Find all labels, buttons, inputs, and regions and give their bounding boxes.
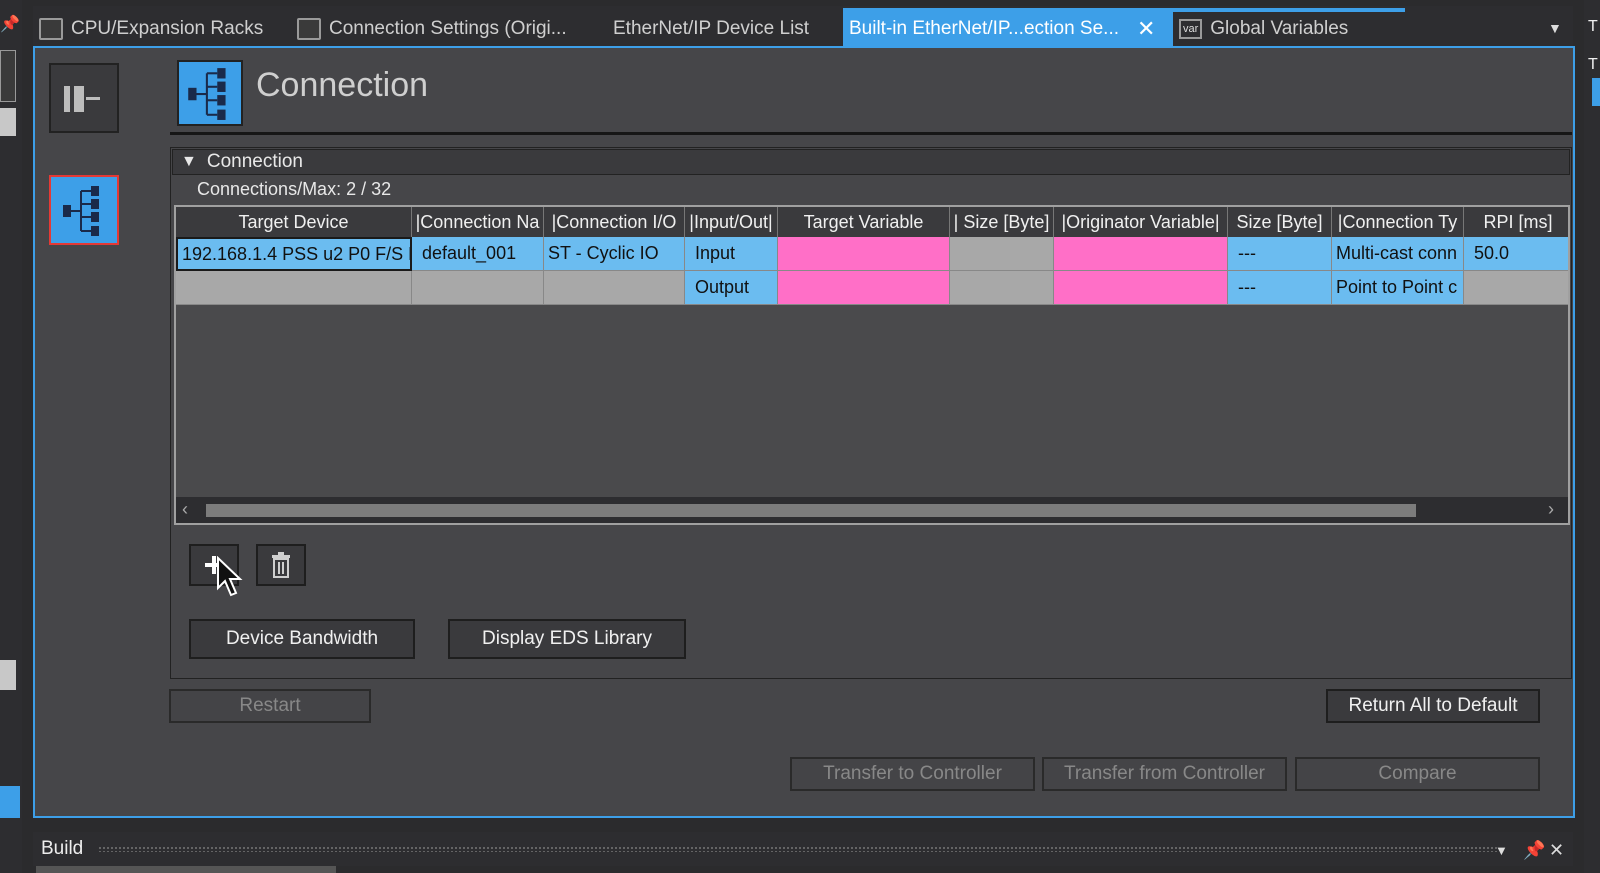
right-dock-letter: T: [1588, 56, 1598, 73]
delete-connection-button[interactable]: [256, 544, 306, 586]
connection-header-icon: [177, 60, 243, 126]
cell-size-byte[interactable]: [950, 237, 1054, 271]
transfer-to-controller-button[interactable]: Transfer to Controller: [790, 757, 1035, 791]
sidebar-tag-data-link-button[interactable]: [49, 63, 119, 133]
right-dock-active-item[interactable]: [1592, 78, 1600, 106]
left-dock-active-item[interactable]: [0, 786, 20, 818]
cell-connection-io[interactable]: ST - Cyclic IO: [544, 237, 685, 271]
document-tab-bar: CPU/Expansion Racks Connection Settings …: [33, 6, 1573, 46]
close-icon[interactable]: ✕: [1137, 16, 1155, 42]
cell-input-output[interactable]: Output: [685, 271, 778, 305]
sidebar-connection-button[interactable]: [49, 175, 119, 245]
build-panel-title: Build: [41, 838, 84, 859]
panel-grip[interactable]: [98, 846, 1498, 852]
cell-connection-io[interactable]: [544, 271, 685, 305]
collapse-triangle-icon[interactable]: ▼: [181, 153, 197, 171]
cell-target-variable[interactable]: [778, 271, 950, 305]
display-eds-library-button[interactable]: Display EDS Library: [448, 619, 686, 659]
trash-icon: [272, 552, 290, 578]
return-all-to-default-button[interactable]: Return All to Default: [1326, 689, 1540, 723]
left-dock-item[interactable]: [0, 108, 16, 136]
cell-connection-type[interactable]: Multi-cast conn: [1332, 237, 1464, 271]
cell-rpi[interactable]: [1464, 271, 1568, 305]
cell-rpi[interactable]: 50.0: [1464, 237, 1568, 271]
tab-label: EtherNet/IP Device List: [613, 18, 810, 39]
cell-connection-name[interactable]: [412, 271, 544, 305]
section-title: Connection: [206, 151, 303, 172]
variable-icon: var: [1179, 19, 1203, 39]
tab-label: CPU/Expansion Racks: [71, 18, 264, 39]
connection-table: Target Device |Connection Na |Connection…: [174, 205, 1570, 525]
connection-count: Connections/Max: 2 / 32: [197, 179, 392, 199]
cell-target-variable[interactable]: [778, 237, 950, 271]
column-header-target-device[interactable]: Target Device: [176, 207, 412, 237]
column-header-input-output[interactable]: |Input/Out|: [685, 207, 778, 237]
right-dock-letter: T: [1588, 18, 1598, 35]
build-panel-tabs: [36, 866, 336, 873]
column-header-originator-variable[interactable]: |Originator Variable|: [1054, 207, 1228, 237]
cell-size-byte[interactable]: ---: [1228, 237, 1332, 271]
tag-data-link-icon: [64, 86, 100, 112]
build-panel-header: Build ▼ 📌 ✕: [33, 832, 1573, 866]
tab-builtin-ethernetip-connection-settings[interactable]: Built-in EtherNet/IP...ection Se... ✕: [843, 8, 1173, 46]
mouse-cursor-icon: [217, 556, 243, 597]
cell-originator-variable[interactable]: [1054, 237, 1228, 271]
scrollbar-thumb[interactable]: [206, 504, 1416, 517]
tab-connection-settings[interactable]: Connection Settings (Origi...: [291, 12, 603, 46]
tab-overflow-icon[interactable]: ▼: [1548, 20, 1562, 36]
page-title: Connection: [256, 66, 429, 104]
scroll-left-icon[interactable]: ‹: [182, 499, 188, 520]
compare-button[interactable]: Compare: [1295, 757, 1540, 791]
cell-connection-name[interactable]: default_001: [412, 237, 544, 271]
tab-global-variables[interactable]: var Global Variables: [1173, 8, 1405, 46]
tab-label: Connection Settings (Origi...: [329, 18, 567, 39]
column-header-size-byte[interactable]: | Size [Byte]: [950, 207, 1054, 237]
pin-icon[interactable]: 📌: [0, 14, 20, 34]
column-header-rpi[interactable]: RPI [ms]: [1464, 207, 1568, 237]
column-header-connection-type[interactable]: |Connection Ty: [1332, 207, 1464, 237]
pin-icon[interactable]: 📌: [1523, 840, 1545, 861]
title-divider: [170, 132, 1572, 135]
right-dock-strip: [1584, 0, 1600, 873]
cell-input-output[interactable]: Input: [685, 237, 778, 271]
device-bandwidth-button[interactable]: Device Bandwidth: [189, 619, 415, 659]
rack-icon: [39, 18, 63, 40]
cell-size-byte[interactable]: [950, 271, 1054, 305]
column-header-connection-io[interactable]: |Connection I/O: [544, 207, 685, 237]
tab-label: Built-in EtherNet/IP...ection Se...: [849, 18, 1120, 39]
horizontal-scrollbar[interactable]: ‹ ›: [176, 497, 1568, 523]
scroll-right-icon[interactable]: ›: [1548, 499, 1554, 520]
tab-cpu-expansion-racks[interactable]: CPU/Expansion Racks: [33, 12, 291, 46]
column-header-size-byte[interactable]: Size [Byte]: [1228, 207, 1332, 237]
tab-label: Global Variables: [1210, 18, 1349, 39]
close-icon[interactable]: ✕: [1549, 840, 1564, 861]
column-header-connection-name[interactable]: |Connection Na: [412, 207, 544, 237]
left-dock-item[interactable]: [0, 50, 16, 102]
chevron-down-icon[interactable]: ▼: [1495, 843, 1508, 858]
connection-tree-icon: [63, 186, 99, 236]
connection-section-header[interactable]: ▼ Connection: [172, 149, 1570, 175]
column-header-target-variable[interactable]: Target Variable: [778, 207, 950, 237]
cell-target-device[interactable]: [176, 271, 412, 305]
cell-size-byte[interactable]: ---: [1228, 271, 1332, 305]
transfer-from-controller-button[interactable]: Transfer from Controller: [1042, 757, 1287, 791]
cell-connection-type[interactable]: Point to Point c: [1332, 271, 1464, 305]
cell-target-device[interactable]: 192.168.1.4 PSS u2 P0 F/S E: [176, 237, 412, 271]
tab-ethernetip-device-list[interactable]: EtherNet/IP Device List: [603, 12, 843, 46]
left-dock-item[interactable]: [0, 660, 16, 690]
cell-originator-variable[interactable]: [1054, 271, 1228, 305]
connection-settings-icon: [297, 18, 321, 40]
connection-tree-icon: [188, 68, 226, 120]
restart-button[interactable]: Restart: [169, 689, 371, 723]
